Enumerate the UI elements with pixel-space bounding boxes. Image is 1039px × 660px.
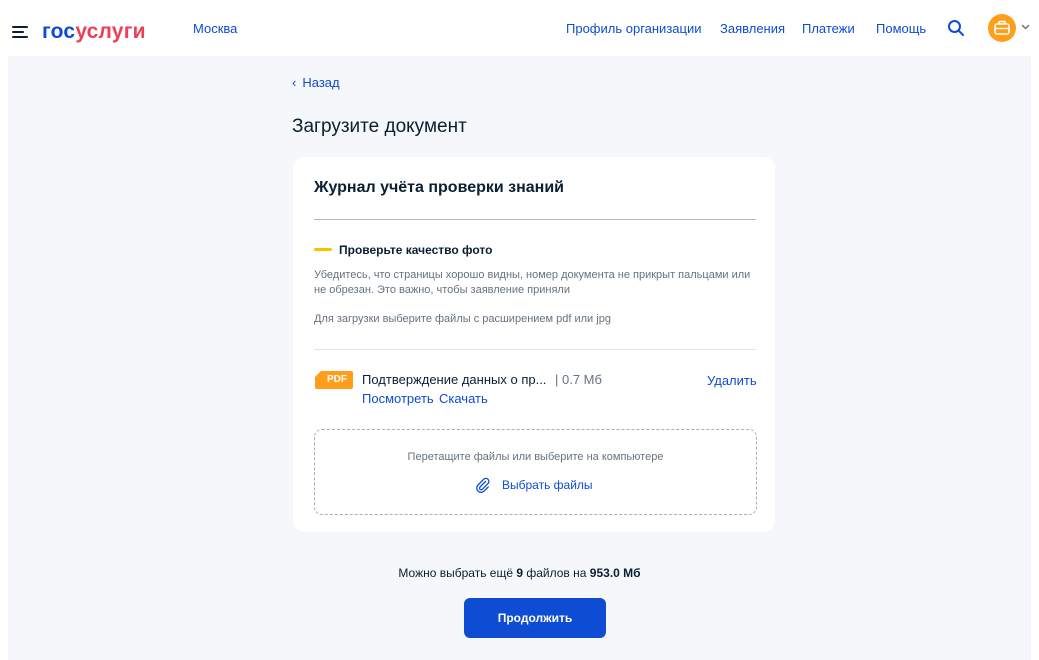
avatar[interactable] [988, 14, 1016, 42]
nav-help[interactable]: Помощь [876, 20, 926, 38]
pdf-badge-label: PDF [327, 374, 347, 385]
warning-title: Проверьте качество фото [339, 243, 493, 257]
page-title: Загрузите документ [292, 116, 467, 137]
pdf-file-icon: PDF [315, 371, 353, 389]
nav-applications[interactable]: Заявления [720, 20, 785, 38]
divider [314, 349, 756, 350]
logo-part-gos: гос [42, 20, 76, 43]
view-file-link[interactable]: Посмотреть [362, 391, 434, 407]
limit-size: 953.0 Мб [589, 566, 641, 580]
dropzone-hint: Перетащите файлы или выберите на компьют… [407, 451, 664, 463]
uploaded-file-name: Подтверждение данных о пр... [362, 372, 547, 387]
paperclip-icon [476, 477, 490, 493]
download-file-link[interactable]: Скачать [439, 391, 488, 407]
choose-files-label: Выбрать файлы [502, 478, 593, 492]
chevron-left-icon: ‹ [292, 75, 297, 90]
upload-card: Журнал учёта проверки знаний Проверьте к… [293, 157, 775, 532]
chevron-down-icon[interactable] [1021, 23, 1030, 31]
search-icon[interactable] [947, 19, 965, 37]
briefcase-icon [994, 20, 1010, 35]
file-dropzone[interactable]: Перетащите файлы или выберите на компьют… [314, 429, 757, 515]
upload-limit-text: Можно выбрать ещё 9 файлов на 953.0 Мб [0, 565, 1039, 581]
gosuslugi-logo[interactable]: госуслуги [42, 20, 146, 44]
menu-icon[interactable] [12, 26, 28, 38]
warning-text: Убедитесь, что страницы хорошо видны, но… [314, 269, 751, 296]
limit-middle: файлов на [526, 566, 587, 580]
nav-payments[interactable]: Платежи [802, 20, 855, 38]
continue-button[interactable]: Продолжить [464, 598, 606, 638]
back-label: Назад [302, 75, 340, 90]
city-selector[interactable]: Москва [193, 20, 237, 38]
extensions-hint: Для загрузки выберите файлы с расширение… [314, 313, 611, 325]
document-title: Журнал учёта проверки знаний [314, 179, 565, 196]
limit-prefix: Можно выбрать ещё [398, 566, 513, 580]
logo-part-uslugi: услуги [75, 20, 146, 43]
delete-file-link[interactable]: Удалить [707, 372, 757, 390]
uploaded-file-size: | 0.7 Мб [555, 372, 602, 387]
nav-organization-profile[interactable]: Профиль организации [566, 20, 701, 38]
limit-count: 9 [516, 566, 524, 580]
warning-indicator [314, 248, 332, 251]
divider [314, 219, 756, 220]
back-link[interactable]: ‹ Назад [292, 75, 340, 91]
top-header: госуслуги Москва Профиль организации Зая… [0, 0, 1039, 56]
